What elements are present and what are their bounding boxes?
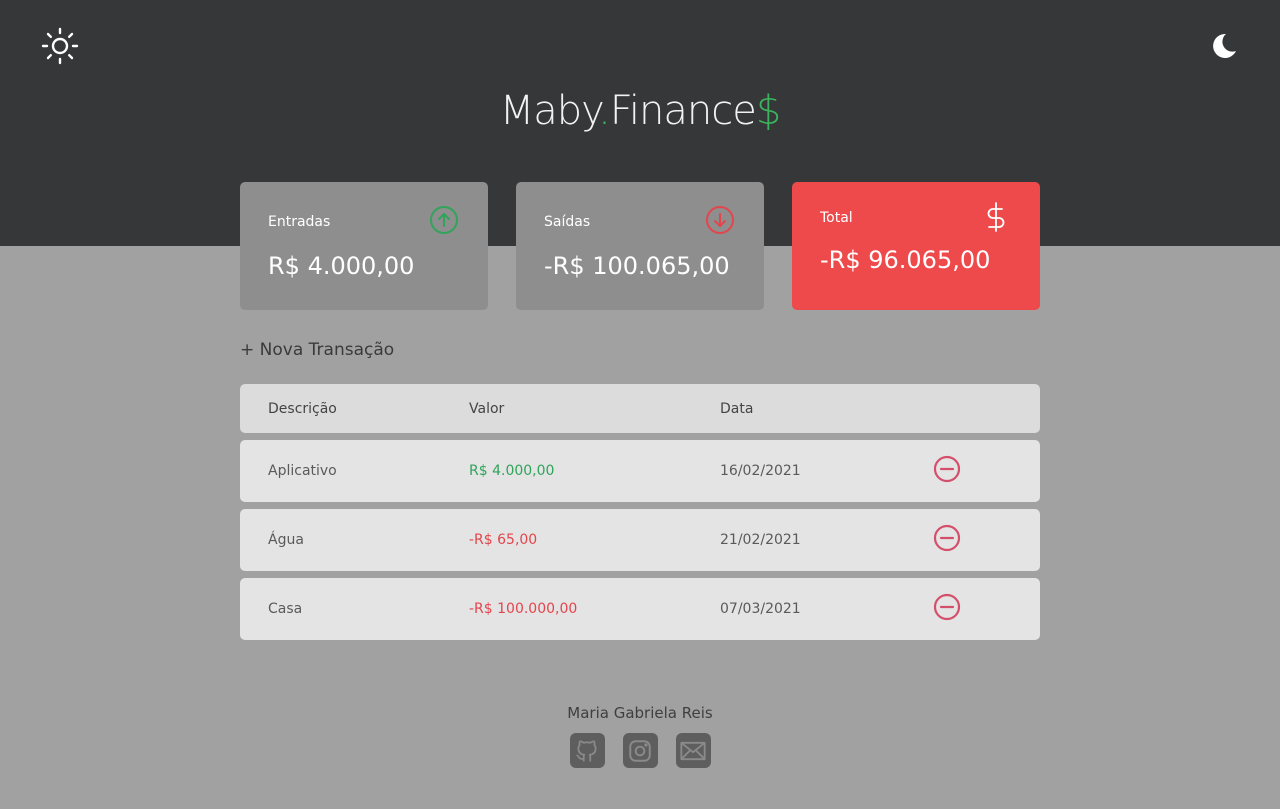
row-date: 21/02/2021 [720,532,801,548]
income-card: Entradas R$ 4.000,00 [240,182,488,310]
table-row: Aplicativo R$ 4.000,00 16/02/2021 [240,440,1040,502]
total-card: Total -R$ 96.065,00 [792,182,1040,310]
summary-cards: Entradas R$ 4.000,00 Saídas -R$ 100.065,… [240,182,1040,310]
row-amount: -R$ 65,00 [469,532,538,548]
header-date: Data [720,400,754,417]
row-date: 16/02/2021 [720,463,801,479]
social-links [0,733,1280,768]
arrow-down-circle-icon [706,206,734,234]
expense-card-title: Saídas [544,214,591,230]
expense-card: Saídas -R$ 100.065,00 [516,182,764,310]
header-description: Descrição [268,400,337,417]
income-value: R$ 4.000,00 [268,252,415,280]
total-value: -R$ 96.065,00 [820,246,991,274]
row-description: Casa [268,601,303,617]
row-actions [932,509,962,571]
row-description: Água [268,532,304,548]
sun-icon [41,27,79,65]
app-logo: Maby.Finance$ [499,88,782,134]
header-amount: Valor [469,400,505,417]
remove-transaction-button[interactable] [932,592,962,622]
table-row: Água -R$ 65,00 21/02/2021 [240,509,1040,571]
row-description: Aplicativo [268,463,337,479]
table-row: Casa -R$ 100.000,00 07/03/2021 [240,578,1040,640]
expense-value: -R$ 100.065,00 [544,252,730,280]
github-link[interactable] [569,733,605,768]
row-amount: R$ 4.000,00 [469,463,555,479]
table-header: Descrição Valor Data [240,384,1040,433]
moon-icon [1213,33,1236,58]
mail-icon [680,741,706,760]
instagram-icon [629,739,651,762]
remove-transaction-button[interactable] [932,454,962,484]
minus-circle-icon [933,524,961,552]
row-amount: -R$ 100.000,00 [469,601,578,617]
light-theme-button[interactable] [38,24,82,68]
minus-circle-icon [933,593,961,621]
total-card-title: Total [820,210,853,226]
row-actions [932,578,962,640]
author-name: Maria Gabriela Reis [567,704,713,722]
income-card-title: Entradas [268,214,331,230]
dark-theme-button[interactable] [1202,24,1246,68]
arrow-up-circle-icon [430,206,458,234]
row-actions [932,440,962,502]
github-icon [576,739,597,762]
dollar-sign-icon [987,202,1005,232]
minus-circle-icon [933,455,961,483]
instagram-link[interactable] [622,733,658,768]
footer: Maria Gabriela Reis [0,704,1280,768]
remove-transaction-button[interactable] [932,523,962,553]
email-link[interactable] [675,733,711,768]
row-date: 07/03/2021 [720,601,801,617]
transactions-table: Descrição Valor Data Aplicativo R$ 4.000… [240,384,1040,647]
new-transaction-button[interactable]: + Nova Transação [240,340,394,360]
